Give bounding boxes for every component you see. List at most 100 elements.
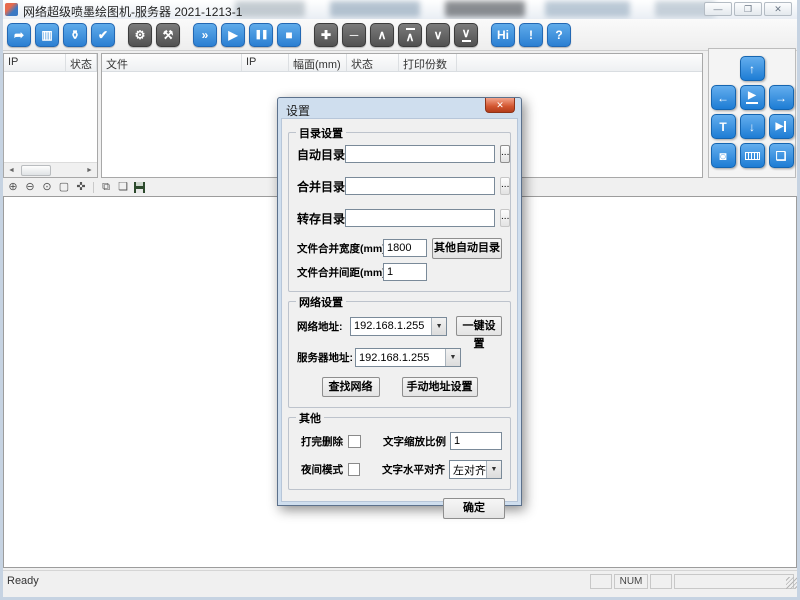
minimize-button[interactable]: — <box>704 2 732 16</box>
glass-blur-decoration <box>545 1 630 17</box>
help-button[interactable]: ? <box>547 23 571 47</box>
minus-icon: ─ <box>350 29 359 41</box>
remove-button[interactable]: ─ <box>342 23 366 47</box>
column-header-ip[interactable]: IP <box>242 54 289 71</box>
title-bar[interactable]: 网络超级喷墨绘图机-服务器 2021-1213-1 — ❐ ✕ <box>0 0 800 19</box>
one-key-setup-button[interactable]: 一键设置 <box>456 316 502 336</box>
confirm-button[interactable]: ✔ <box>91 23 115 47</box>
column-header-file[interactable]: 文件 <box>102 54 242 71</box>
arrow-up-icon: ∧ <box>406 31 415 43</box>
report-button[interactable]: ❏ <box>769 143 794 168</box>
layout-columns-button[interactable]: ▥ <box>35 23 59 47</box>
transfer-dir-label: 转存目录 <box>297 210 345 227</box>
close-button[interactable]: ✕ <box>764 2 792 16</box>
jog-up-button[interactable]: ↑ <box>740 56 765 81</box>
pause-button[interactable]: ❚❚ <box>249 23 273 47</box>
server-addr-combo[interactable]: 192.168.1.255 ▼ <box>355 348 461 367</box>
zoom-in-icon[interactable]: ⊕ <box>6 181 20 194</box>
arrow-down-icon: ∨ <box>434 29 443 41</box>
zoom-fit-icon[interactable]: ⊙ <box>40 181 54 194</box>
start-button[interactable]: ▶ <box>221 23 245 47</box>
scrollbar-thumb[interactable] <box>21 165 51 176</box>
merge-width-input[interactable] <box>383 239 427 257</box>
chevron-down-icon[interactable]: ▼ <box>486 461 501 478</box>
check-icon: ✔ <box>98 29 108 41</box>
open-files-icon: ➦ <box>14 29 24 41</box>
maximize-button[interactable]: ❐ <box>734 2 762 16</box>
columns-icon: ▥ <box>41 29 52 41</box>
num-lock-indicator: NUM <box>614 574 648 589</box>
merge-dir-input[interactable] <box>345 177 495 195</box>
network-addr-value: 192.168.1.255 <box>351 320 431 332</box>
ruler-underline-icon <box>746 102 758 104</box>
jog-right-button[interactable]: → <box>769 85 794 110</box>
fast-forward-button[interactable]: » <box>193 23 217 47</box>
stop-icon: ■ <box>285 29 292 41</box>
other-auto-dir-button[interactable]: 其他自动目录 <box>432 238 502 259</box>
find-network-button[interactable]: 查找网络 <box>322 377 380 397</box>
ok-button[interactable]: 确定 <box>443 498 505 519</box>
delete-button[interactable]: ⚱ <box>63 23 87 47</box>
pause-icon: ❚❚ <box>254 30 267 39</box>
column-header-status[interactable]: 状态 <box>347 54 399 71</box>
hi-icon: Hi <box>497 29 509 41</box>
skip-end-button[interactable]: ▶ <box>769 114 794 139</box>
tools-icon: ⚒ <box>163 29 174 41</box>
preview-page-icon[interactable]: ❏ <box>116 181 130 194</box>
zoom-out-icon[interactable]: ⊖ <box>23 181 37 194</box>
move-top-button[interactable]: ∧ <box>398 23 422 47</box>
transfer-dir-browse-button[interactable]: ... <box>500 209 510 227</box>
move-down-button[interactable]: ∨ <box>426 23 450 47</box>
hi-button[interactable]: Hi <box>491 23 515 47</box>
add-button[interactable]: ✚ <box>314 23 338 47</box>
arrow-right-icon: → <box>775 92 787 104</box>
test-print-button[interactable]: ▶ <box>740 85 765 110</box>
copy-page-icon[interactable]: ⧉ <box>99 181 113 194</box>
text-scale-input[interactable] <box>450 432 502 450</box>
column-header-status[interactable]: 状态 <box>66 54 97 71</box>
scroll-right-icon[interactable]: ► <box>82 163 97 178</box>
play-ruler-icon: ▶ <box>748 91 756 101</box>
dialog-close-button[interactable]: ✕ <box>485 98 515 113</box>
stop-button[interactable]: ■ <box>277 23 301 47</box>
dialog-title-bar[interactable]: 设置 ✕ <box>278 98 521 118</box>
column-header-ip[interactable]: IP <box>4 54 66 71</box>
text-align-combo[interactable]: 左对齐 ▼ <box>449 460 502 479</box>
toolbar-separator <box>93 182 94 193</box>
scroll-left-icon[interactable]: ◄ <box>4 163 19 178</box>
settings-button[interactable]: ⚙ <box>128 23 152 47</box>
network-addr-combo[interactable]: 192.168.1.255 ▼ <box>350 317 447 336</box>
device-list-panel: IP 状态 ◄ ► <box>3 53 98 178</box>
delete-after-checkbox[interactable] <box>348 435 361 448</box>
auto-dir-input[interactable] <box>345 145 495 163</box>
horizontal-scrollbar[interactable]: ◄ ► <box>4 162 97 177</box>
chevron-down-icon[interactable]: ▼ <box>445 349 460 366</box>
manual-addr-button[interactable]: 手动地址设置 <box>402 377 478 397</box>
chevron-down-icon[interactable]: ▼ <box>431 318 446 335</box>
auto-dir-browse-button[interactable]: ... <box>500 145 510 163</box>
tools-button[interactable]: ⚒ <box>156 23 180 47</box>
column-header-copies[interactable]: 打印份数 <box>399 54 457 71</box>
resize-grip[interactable] <box>786 577 798 589</box>
move-up-button[interactable]: ∧ <box>370 23 394 47</box>
glass-blur-decoration <box>330 1 420 17</box>
merge-dir-browse-button[interactable]: ... <box>500 177 510 195</box>
merge-width-label: 文件合并宽度(mm) <box>297 241 383 256</box>
jog-left-button[interactable]: ← <box>711 85 736 110</box>
save-icon[interactable] <box>134 182 145 193</box>
night-mode-checkbox[interactable] <box>348 463 360 476</box>
jog-down-button[interactable]: ↓ <box>740 114 765 139</box>
alert-button[interactable]: ! <box>519 23 543 47</box>
network-settings-group: 网络设置 网络地址: 192.168.1.255 ▼ 一键设置 服务器地址: 1… <box>288 301 511 408</box>
nozzle-check-button[interactable]: ◙ <box>711 143 736 168</box>
transfer-dir-input[interactable] <box>345 209 495 227</box>
pan-icon[interactable]: ✜ <box>74 181 88 194</box>
column-header-width[interactable]: 幅面(mm) <box>289 54 347 71</box>
ruler-button[interactable] <box>740 143 765 168</box>
status-text: Ready <box>7 575 39 587</box>
open-files-button[interactable]: ➦ <box>7 23 31 47</box>
select-area-icon[interactable]: ▢ <box>57 181 71 194</box>
merge-gap-input[interactable] <box>383 263 427 281</box>
text-button[interactable]: T <box>711 114 736 139</box>
move-bottom-button[interactable]: ∨ <box>454 23 478 47</box>
